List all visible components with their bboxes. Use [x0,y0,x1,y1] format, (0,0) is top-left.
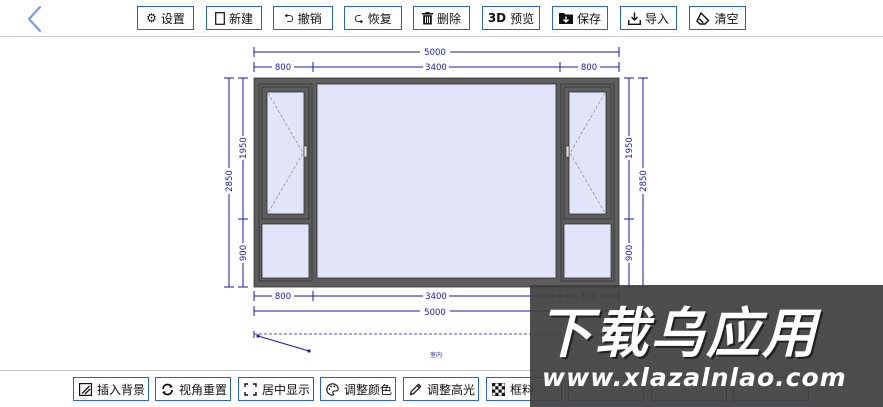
dim-right-lower: 900 [625,245,635,261]
reset-view-button[interactable]: 视角重置 [155,377,231,401]
dim-bottom-left: 800 [275,292,291,302]
trash-icon [421,11,433,25]
glass-left-lower [261,223,310,279]
adjust-highlight-button[interactable]: 调整高光 [403,377,479,401]
chevron-left-icon [27,5,42,33]
reset-view-label: 视角重置 [179,382,228,397]
dim-bottom-middle: 3400 [425,292,447,302]
delete-button[interactable]: 删除 [413,6,470,30]
adjust-highlight-label: 调整高光 [427,382,476,397]
top-toolbar: ⚙ 设置 新建 ⮌ 撤销 ⮎ 恢复 删除 3D 预览 保存 导入 清空 [0,0,883,37]
preview-button[interactable]: 3D 预览 [482,6,540,30]
undo-icon: ⮌ [284,11,294,25]
new-label: 新建 [228,11,253,26]
dimension-top: 5000 800 3400 800 [253,46,620,73]
clear-label: 清空 [714,11,739,26]
pen-icon [409,382,422,396]
import-button[interactable]: 导入 [620,6,677,30]
glass-right-lower [563,223,612,279]
save-button[interactable]: 保存 [552,6,608,30]
new-button[interactable]: 新建 [206,6,262,30]
dim-top-middle: 3400 [425,63,447,73]
dim-left-total: 2850 [225,170,235,192]
adjust-color-label: 调整颜色 [344,382,393,397]
palette-icon [326,382,339,396]
watermark-title: 下载乌应用 [538,302,818,365]
adjust-color-button[interactable]: 调整颜色 [320,377,396,401]
center-display-button[interactable]: 居中显示 [238,377,314,401]
dim-bottom-total: 5000 [424,308,446,318]
dim-right-total: 2850 [639,170,649,192]
dim-left-upper: 1950 [239,137,249,159]
redo-button[interactable]: ⮎ 恢复 [344,6,402,30]
dim-top-right: 800 [581,63,597,73]
delete-label: 删除 [436,11,461,26]
room-label: 室内 [430,351,442,359]
preview-label: 预览 [510,11,535,26]
glass-right-upper [568,91,607,215]
dimension-right: 1950 900 2850 [623,77,649,288]
dim-top-left: 800 [275,63,291,73]
insert-background-button[interactable]: 插入背景 [73,377,149,401]
watermark-url: www.xlazalnlao.com [542,363,847,392]
import-icon [627,12,641,25]
new-page-icon [215,11,225,25]
settings-label: 设置 [160,11,185,26]
handle-right [565,145,570,158]
3d-icon: 3D [487,11,507,25]
dim-right-upper: 1950 [625,137,635,159]
gear-icon: ⚙ [146,11,157,25]
dimension-left: 2850 1950 900 [223,77,249,288]
checker-icon [492,382,505,396]
handle-left [303,145,308,158]
import-label: 导入 [644,11,669,26]
eraser-icon [696,11,710,25]
image-icon [79,382,92,396]
insert-background-label: 插入背景 [97,382,146,397]
undo-label: 撤销 [297,11,322,26]
back-button[interactable] [20,4,50,34]
settings-button[interactable]: ⚙ 设置 [137,6,194,30]
rotate-icon [161,383,174,396]
clear-button[interactable]: 清空 [689,6,746,30]
glass-center [316,83,557,279]
window-frame[interactable] [253,77,620,288]
center-icon [244,382,257,396]
save-folder-icon [558,12,573,24]
glass-left-upper [266,91,305,215]
undo-button[interactable]: ⮌ 撤销 [273,6,333,30]
dim-left-lower: 900 [239,245,249,261]
save-label: 保存 [576,11,601,26]
dim-top-total: 5000 [424,48,446,58]
watermark: 下载乌应用 www.xlazalnlao.com [530,285,883,407]
redo-label: 恢复 [367,11,392,26]
redo-icon: ⮎ [354,11,364,25]
center-display-label: 居中显示 [262,382,311,397]
